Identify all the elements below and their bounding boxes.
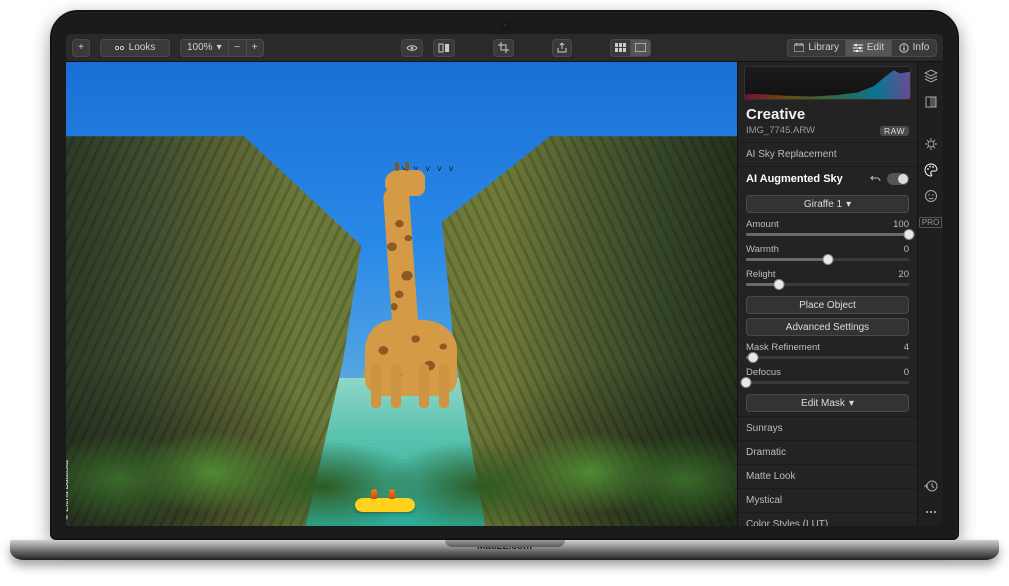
foliage-right — [388, 396, 737, 526]
edit-mask-button[interactable]: Edit Mask ▾ — [746, 394, 909, 412]
tab-library-label: Library — [808, 42, 839, 53]
slider-defocus[interactable]: Defocus 0 — [738, 365, 917, 390]
portrait-face-icon[interactable] — [923, 188, 939, 204]
histogram[interactable] — [744, 66, 911, 100]
toolbar: + Looks 100% ▾ − + — [66, 34, 943, 62]
slider-label: Mask Refinement — [746, 342, 820, 353]
share-button[interactable] — [552, 39, 572, 57]
slider-label: Warmth — [746, 244, 779, 255]
creative-palette-icon[interactable] — [923, 162, 939, 178]
pro-badge[interactable]: PRO — [923, 214, 939, 230]
info-icon — [899, 43, 909, 53]
panel-title: Creative — [738, 102, 917, 123]
more-icon[interactable] — [923, 504, 939, 520]
library-icon — [794, 43, 804, 52]
raw-badge: RAW — [880, 126, 909, 136]
tool-toggle[interactable] — [887, 173, 909, 185]
single-icon — [635, 43, 646, 52]
chevron-down-icon: ▾ — [217, 42, 222, 53]
slider-label: Amount — [746, 219, 779, 230]
chevron-down-icon: ▾ — [846, 199, 851, 210]
sliders-icon — [853, 43, 863, 52]
edit-mask-label: Edit Mask — [801, 398, 845, 409]
mode-tabs: Library Edit Info — [787, 39, 937, 57]
looks-button[interactable]: Looks — [100, 39, 170, 57]
slider-value: 20 — [898, 269, 909, 280]
history-icon[interactable] — [923, 478, 939, 494]
zoom-label: 100% — [187, 42, 213, 53]
pro-label: PRO — [919, 217, 942, 228]
zoom-in-button[interactable]: + — [246, 39, 264, 57]
giraffe — [341, 156, 481, 396]
zoom-level[interactable]: 100% ▾ — [180, 39, 228, 57]
tab-info-label: Info — [913, 42, 930, 53]
kayak — [355, 498, 415, 512]
slider-relight[interactable]: Relight 20 — [738, 267, 917, 292]
quick-preview-button[interactable] — [401, 39, 423, 57]
camera-dot — [503, 23, 508, 28]
tool-ai-sky-replacement[interactable]: AI Sky Replacement — [738, 142, 917, 166]
advanced-settings-button[interactable]: Advanced Settings — [746, 318, 909, 336]
tool-dramatic[interactable]: Dramatic — [738, 440, 917, 464]
tool-ai-augmented-sky-header[interactable]: AI Augmented Sky — [738, 166, 917, 191]
layers-icon[interactable] — [923, 68, 939, 84]
essentials-sun-icon[interactable] — [923, 136, 939, 152]
device-brand: MacZL.com — [10, 541, 999, 552]
tool-name: AI Augmented Sky — [746, 173, 843, 185]
tab-edit[interactable]: Edit — [845, 39, 891, 57]
tab-info[interactable]: Info — [891, 39, 937, 57]
tab-edit-label: Edit — [867, 42, 884, 53]
zoom-segment: 100% ▾ − + — [180, 39, 264, 57]
slider-warmth[interactable]: Warmth 0 — [738, 242, 917, 267]
image-attribution: © Elena Bautista — [66, 460, 70, 520]
app-window: + Looks 100% ▾ − + — [66, 34, 943, 526]
single-view-button[interactable] — [630, 39, 651, 57]
tool-matte-look[interactable]: Matte Look — [738, 464, 917, 488]
plus-icon: + — [252, 42, 258, 53]
preset-dropdown[interactable]: Giraffe 1 ▾ — [746, 195, 909, 213]
add-button[interactable]: + — [72, 39, 90, 57]
category-rail: PRO — [917, 62, 943, 526]
view-mode-segment — [610, 39, 651, 57]
looks-label: Looks — [129, 42, 156, 53]
adjust-icon[interactable] — [923, 94, 939, 110]
sparkles-icon — [115, 43, 125, 53]
undo-icon[interactable] — [870, 174, 881, 184]
compare-button[interactable] — [433, 39, 455, 57]
tab-library[interactable]: Library — [787, 39, 845, 57]
crop-icon — [498, 42, 509, 53]
slider-label: Relight — [746, 269, 776, 280]
minus-icon: − — [234, 42, 240, 53]
slider-amount[interactable]: Amount100 — [738, 217, 917, 242]
laptop-base: MacZL.com — [10, 540, 999, 560]
canvas[interactable]: ˅ ˅ ˅ ˅ ˅ © Elena Bautista — [66, 62, 737, 526]
grid-view-button[interactable] — [610, 39, 630, 57]
slider-mask-refinement[interactable]: Mask Refinement 4 — [738, 340, 917, 365]
tool-color-styles-lut[interactable]: Color Styles (LUT) — [738, 512, 917, 526]
slider-value: 0 — [904, 244, 909, 255]
slider-label: Defocus — [746, 367, 781, 378]
preset-label: Giraffe 1 — [804, 199, 842, 210]
crop-button[interactable] — [493, 39, 514, 57]
slider-value: 4 — [904, 342, 909, 353]
tool-sunrays[interactable]: Sunrays — [738, 416, 917, 440]
zoom-out-button[interactable]: − — [228, 39, 246, 57]
slider-value: 0 — [904, 367, 909, 378]
edit-panel: Creative IMG_7745.ARW RAW AI Sky Replace… — [737, 62, 917, 526]
filename: IMG_7745.ARW — [746, 125, 815, 136]
grid-icon — [615, 43, 626, 52]
eye-icon — [406, 43, 418, 53]
share-icon — [557, 42, 567, 53]
plus-icon: + — [78, 42, 84, 53]
tool-mystical[interactable]: Mystical — [738, 488, 917, 512]
compare-icon — [438, 43, 450, 53]
place-object-button[interactable]: Place Object — [746, 296, 909, 314]
chevron-down-icon: ▾ — [849, 398, 854, 409]
